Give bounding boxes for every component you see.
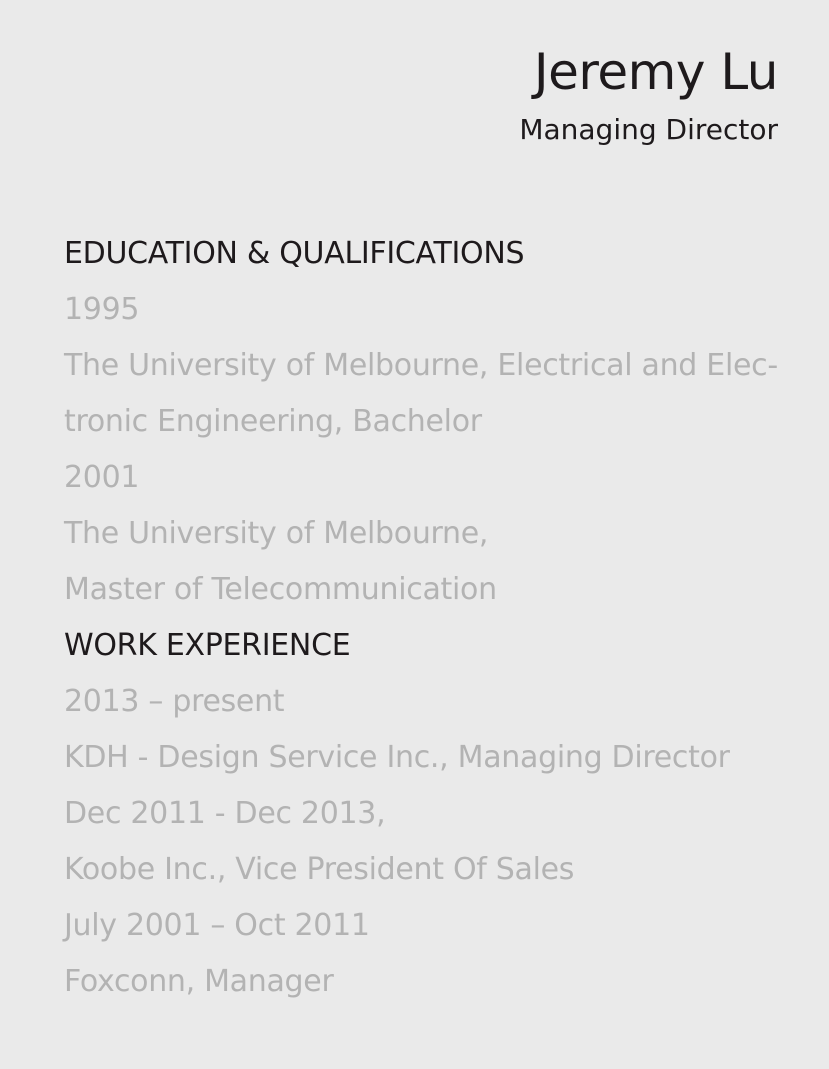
- education-detail-2b: Master of Telecommunication: [64, 572, 497, 607]
- work-role-1: KDH - Design Service Inc., Managing Dire…: [64, 740, 730, 775]
- work-period-3: July 2001 – Oct 2011: [64, 908, 370, 943]
- education-heading: EDUCATION & QUALIFICATIONS: [64, 236, 525, 271]
- work-role-3: Foxconn, Manager: [64, 964, 334, 999]
- profile-header: Jeremy Lu Managing Director: [519, 38, 778, 152]
- education-year-2: 2001: [64, 460, 140, 495]
- education-detail-2a: The University of Melbourne,: [64, 516, 489, 551]
- education-detail-1b: tronic Engineering, Bachelor: [64, 404, 482, 439]
- person-title: Managing Director: [519, 113, 778, 146]
- work-heading: WORK EXPERIENCE: [64, 628, 351, 663]
- education-year-1: 1995: [64, 292, 140, 327]
- person-name: Jeremy Lu: [533, 43, 779, 101]
- work-period-1: 2013 – present: [64, 684, 285, 719]
- work-role-2: Koobe Inc., Vice President Of Sales: [64, 852, 575, 887]
- education-detail-1a: The University of Melbourne, Electrical …: [64, 348, 778, 383]
- work-period-2: Dec 2011 - Dec 2013,: [64, 796, 386, 831]
- resume-content: EDUCATION & QUALIFICATIONS 1995 The Univ…: [64, 226, 778, 1010]
